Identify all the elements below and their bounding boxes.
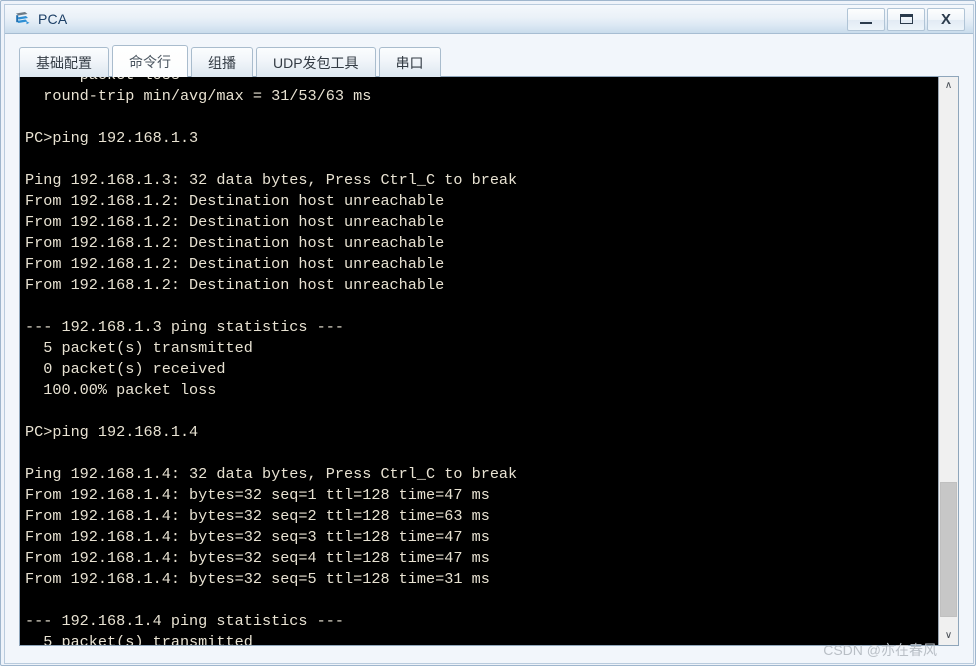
command-line-panel: --- packet loss round-trip min/avg/max =…	[19, 76, 959, 646]
maximize-button[interactable]	[887, 7, 925, 31]
terminal-line: From 192.168.1.2: Destination host unrea…	[25, 276, 445, 294]
window-title: PCA	[38, 11, 68, 27]
terminal-line: PC>ping 192.168.1.4	[25, 423, 199, 441]
terminal-line: Ping 192.168.1.4: 32 data bytes, Press C…	[25, 465, 518, 483]
terminal-line: From 192.168.1.4: bytes=32 seq=3 ttl=128…	[25, 528, 490, 546]
titlebar[interactable]: PCA X	[5, 5, 973, 34]
minimize-icon	[860, 21, 872, 24]
tab-command-line[interactable]: 命令行	[112, 45, 188, 77]
terminal-line: 100.00% packet loss	[25, 381, 217, 399]
terminal-line: From 192.168.1.2: Destination host unrea…	[25, 213, 445, 231]
terminal-line: 0 packet(s) received	[25, 360, 226, 378]
terminal-lines: --- packet loss round-trip min/avg/max =…	[25, 77, 517, 645]
tab-basic-config[interactable]: 基础配置	[19, 47, 109, 77]
terminal-line: 5 packet(s) transmitted	[25, 633, 253, 645]
terminal-line: 5 packet(s) transmitted	[25, 339, 253, 357]
terminal-line: PC>ping 192.168.1.3	[25, 129, 199, 147]
close-button[interactable]: X	[927, 7, 965, 31]
terminal-line: --- packet loss	[25, 77, 517, 86]
terminal-line: From 192.168.1.4: bytes=32 seq=1 ttl=128…	[25, 486, 490, 504]
terminal-line: From 192.168.1.4: bytes=32 seq=4 ttl=128…	[25, 549, 490, 567]
scrollbar-thumb[interactable]	[940, 482, 957, 617]
terminal-line: --- 192.168.1.4 ping statistics ---	[25, 612, 344, 630]
terminal-line: Ping 192.168.1.3: 32 data bytes, Press C…	[25, 171, 518, 189]
terminal-line: From 192.168.1.4: bytes=32 seq=2 ttl=128…	[25, 507, 490, 525]
scroll-down-arrow-icon[interactable]: ∨	[939, 627, 958, 645]
tab-multicast[interactable]: 组播	[191, 47, 253, 77]
terminal-line: From 192.168.1.4: bytes=32 seq=5 ttl=128…	[25, 570, 490, 588]
pca-window: PCA X 基础配置 命令行 组播 UDP发包工具 串口 --- packet …	[0, 0, 976, 666]
terminal-line: round-trip min/avg/max = 31/53/63 ms	[25, 87, 372, 105]
tabstrip: 基础配置 命令行 组播 UDP发包工具 串口	[19, 45, 444, 77]
tab-serial-port[interactable]: 串口	[378, 47, 441, 77]
scroll-up-arrow-icon[interactable]: ∧	[939, 77, 958, 95]
pc-terminal-icon	[14, 10, 32, 28]
maximize-icon	[899, 14, 913, 24]
vertical-scrollbar[interactable]: ∧ ∨	[938, 77, 958, 645]
tab-udp-tool[interactable]: UDP发包工具	[256, 47, 376, 77]
terminal-line: From 192.168.1.2: Destination host unrea…	[25, 234, 445, 252]
terminal-output[interactable]: --- packet loss round-trip min/avg/max =…	[20, 77, 938, 645]
terminal-line: --- 192.168.1.3 ping statistics ---	[25, 318, 344, 336]
terminal-line: From 192.168.1.2: Destination host unrea…	[25, 192, 445, 210]
minimize-button[interactable]	[847, 7, 885, 31]
terminal-line: From 192.168.1.2: Destination host unrea…	[25, 255, 445, 273]
